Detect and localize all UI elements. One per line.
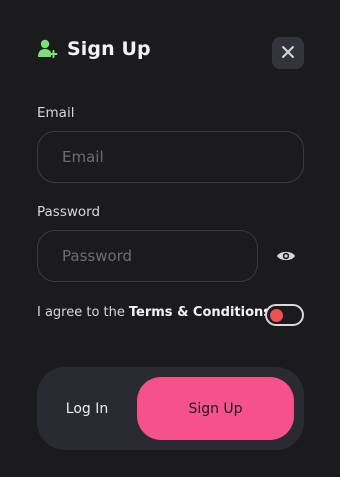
email-field-container [37,131,304,183]
header: Sign Up [37,38,151,60]
toggle-knob [270,308,283,322]
password-field-container [37,230,258,282]
login-button[interactable]: Log In [37,367,137,450]
email-label: Email [37,105,75,121]
page-title: Sign Up [67,38,151,60]
user-plus-icon [37,38,59,60]
terms-link[interactable]: Terms & Conditions [129,305,271,320]
close-icon [281,44,295,63]
close-button[interactable] [272,37,304,69]
email-field[interactable] [60,147,281,167]
terms-toggle[interactable] [265,304,304,326]
show-password-icon[interactable] [276,248,296,264]
signup-panel: Sign Up Email Password I agree to the Te… [0,0,340,477]
password-label: Password [37,204,101,220]
password-field[interactable] [60,246,235,266]
terms-prefix: I agree to the [37,305,125,320]
terms-row: I agree to the Terms & Conditions [37,305,271,320]
action-bar: Log In Sign Up [37,367,304,450]
signup-button[interactable]: Sign Up [137,377,294,440]
